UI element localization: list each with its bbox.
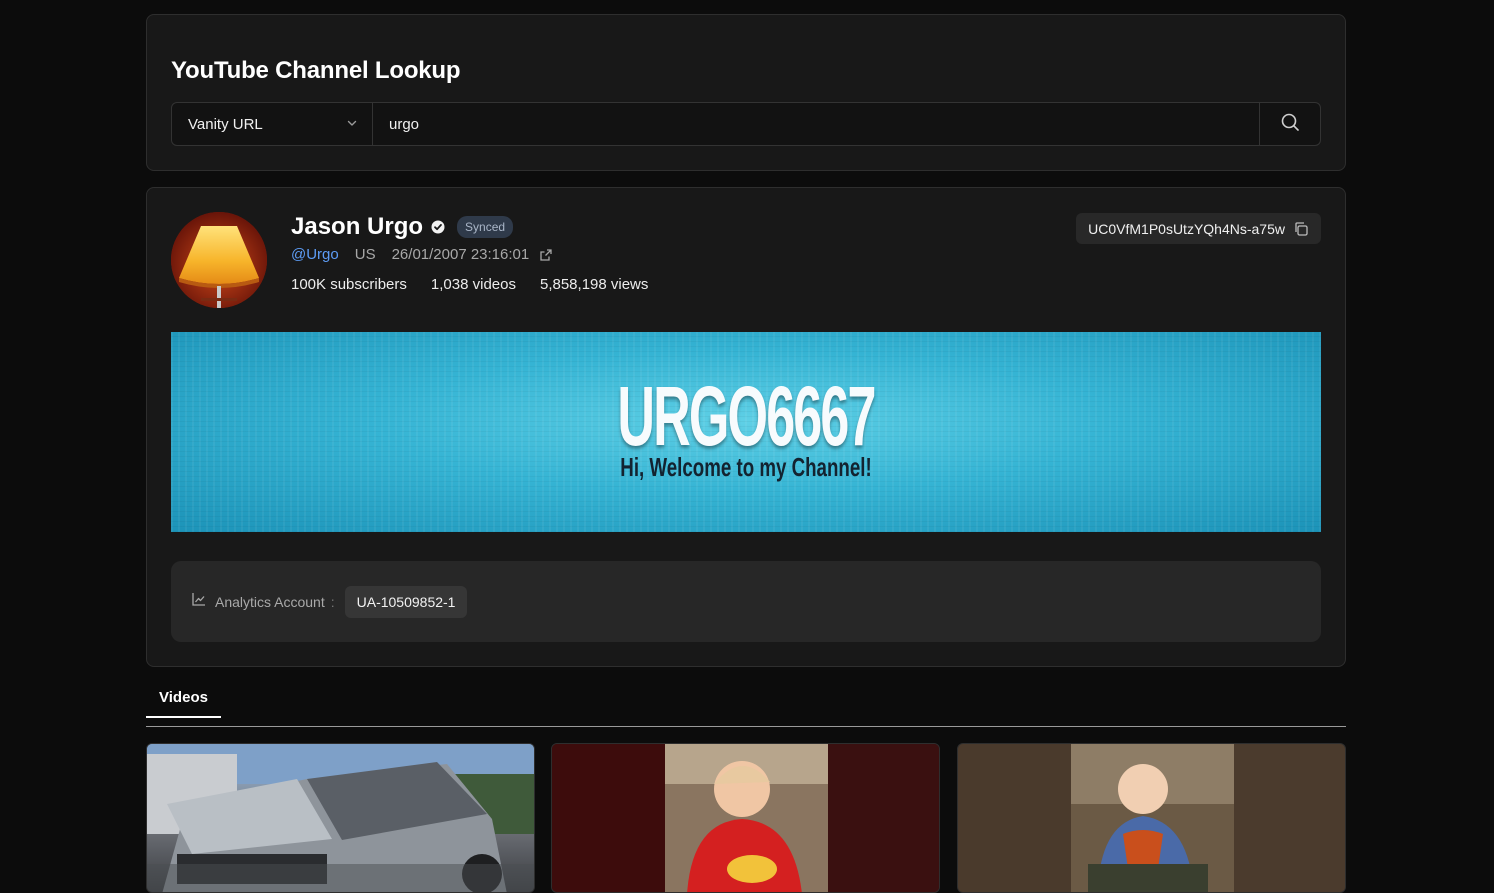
lookup-card: YouTube Channel Lookup Vanity URL [146, 14, 1346, 171]
analytics-account-value[interactable]: UA-10509852-1 [344, 585, 468, 618]
tab-bar: Videos [146, 678, 1346, 727]
view-count: 5,858,198 views [539, 276, 649, 293]
channel-stats-row: 100K subscribers 1,038 videos 5,858,198 … [291, 276, 672, 293]
channel-created-date: 26/01/2007 23:16:01 [391, 246, 530, 263]
analytics-panel: Analytics Account : UA-10509852-1 [171, 561, 1321, 642]
channel-card: Jason Urgo Synced @Urgo US 26/01/2007 23… [146, 187, 1346, 667]
avatar [171, 212, 267, 308]
channel-name: Jason Urgo [291, 213, 424, 240]
channel-id-copy-button[interactable]: UC0VfM1P0sUtzYQh4Ns-a75w [1076, 213, 1321, 244]
banner-subtitle: Hi, Welcome to my Channel! [620, 452, 872, 482]
subscriber-count: 100K subscribers [291, 276, 407, 293]
external-link-icon[interactable] [539, 248, 553, 262]
copy-icon [1293, 221, 1309, 237]
status-badge: Synced [457, 216, 514, 238]
video-thumbnail[interactable] [551, 743, 940, 893]
channel-country: US [354, 246, 376, 263]
channel-id-value: UC0VfM1P0sUtzYQh4Ns-a75w [1088, 220, 1285, 237]
search-icon [1280, 112, 1300, 137]
channel-handle-link[interactable]: @Urgo [291, 246, 339, 263]
channel-name-row: Jason Urgo Synced [291, 213, 514, 241]
video-thumbnail[interactable] [146, 743, 535, 893]
video-thumbnail[interactable] [957, 743, 1346, 893]
video-count: 1,038 videos [430, 276, 516, 293]
lookup-bar: Vanity URL [171, 102, 1321, 146]
lookup-type-value: Vanity URL [188, 115, 263, 133]
tab-videos[interactable]: Videos [146, 678, 221, 718]
search-button[interactable] [1259, 103, 1320, 145]
analytics-label: Analytics Account [215, 593, 325, 610]
verified-check-icon [431, 220, 445, 234]
page-title: YouTube Channel Lookup [171, 57, 461, 84]
chevron-down-icon [346, 116, 358, 133]
channel-banner: URGO6667 Hi, Welcome to my Channel! [171, 332, 1321, 532]
lookup-type-select[interactable]: Vanity URL [172, 103, 373, 145]
banner-title: URGO6667 [617, 369, 876, 463]
chart-line-icon [191, 591, 207, 612]
channel-meta-row: @Urgo US 26/01/2007 23:16:01 [291, 246, 553, 263]
analytics-separator: : [330, 593, 335, 610]
search-input[interactable] [373, 103, 1259, 145]
